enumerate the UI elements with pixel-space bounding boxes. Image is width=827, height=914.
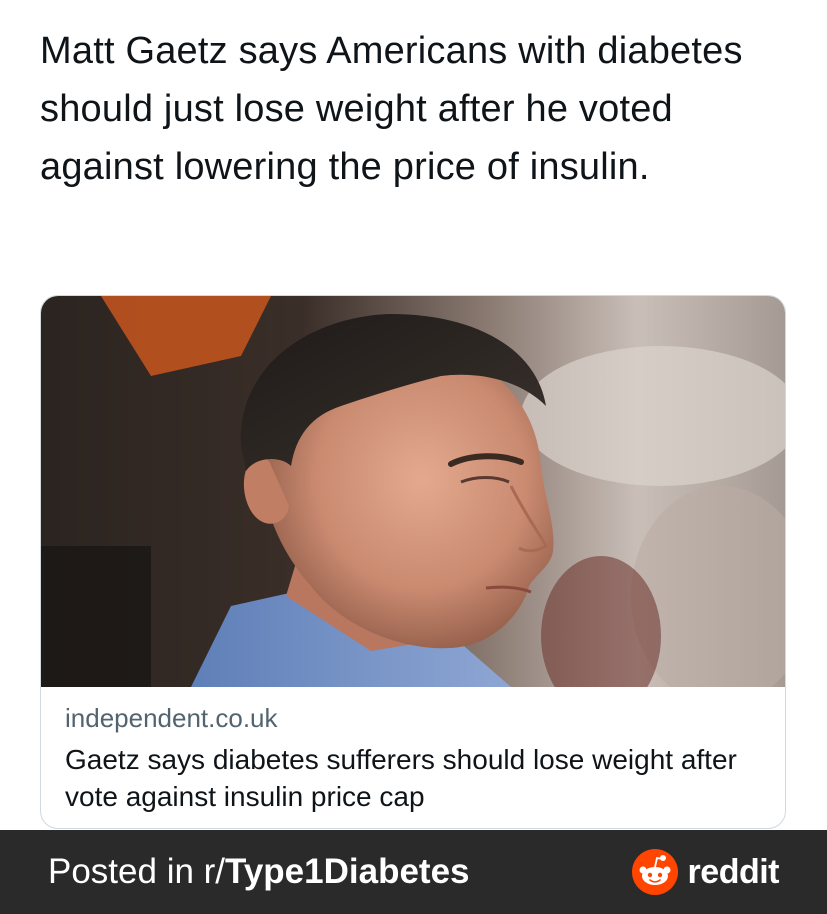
link-preview-meta: independent.co.uk Gaetz says diabetes su… xyxy=(65,701,765,815)
link-preview-card[interactable]: independent.co.uk Gaetz says diabetes su… xyxy=(40,295,786,829)
posted-in-prefix: Posted in r/ xyxy=(48,852,226,891)
tweet-text: Matt Gaetz says Americans with diabetes … xyxy=(40,30,743,188)
reddit-footer-bar: Posted in r/Type1Diabetes reddit xyxy=(0,830,827,914)
screenshot-page: Matt Gaetz says Americans with diabetes … xyxy=(0,0,827,914)
subreddit-name[interactable]: Type1Diabetes xyxy=(225,852,469,891)
news-photo[interactable] xyxy=(41,296,785,687)
reddit-logo-icon xyxy=(631,849,678,895)
reddit-wordmark: reddit xyxy=(687,852,780,891)
link-domain: independent.co.uk xyxy=(65,703,278,733)
posted-in-label: Posted in r/Type1Diabetes xyxy=(48,850,470,894)
reddit-brand: reddit xyxy=(631,849,780,895)
link-title[interactable]: Gaetz says diabetes sufferers should los… xyxy=(65,741,765,815)
